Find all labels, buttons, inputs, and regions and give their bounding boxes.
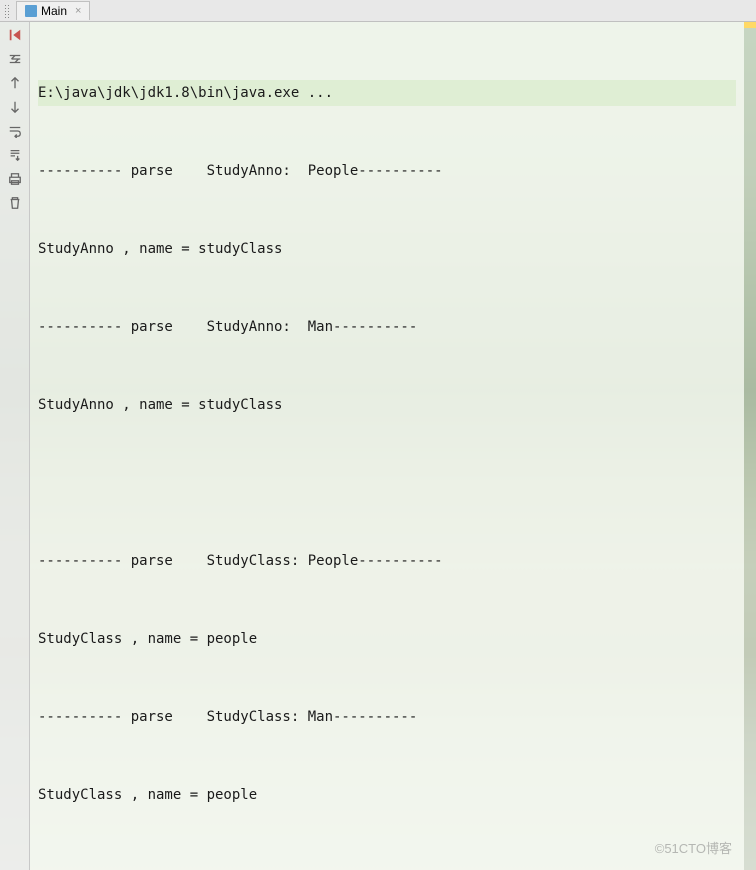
output-line: ---------- parse StudyAnno: Man---------…: [38, 314, 736, 340]
output-line: StudyAnno , name = studyClass: [38, 392, 736, 418]
console-output[interactable]: E:\java\jdk\jdk1.8\bin\java.exe ... ----…: [30, 22, 744, 870]
output-line: ---------- parse StudyAnno: People------…: [38, 158, 736, 184]
output-line: [38, 470, 736, 496]
print-icon[interactable]: [6, 170, 24, 188]
grip-icon[interactable]: [4, 4, 10, 18]
output-line: StudyClass , name = people: [38, 626, 736, 652]
output-line: StudyClass , name = people: [38, 782, 736, 808]
scrollbar[interactable]: [744, 22, 756, 870]
tab-bar: Main ×: [0, 0, 756, 22]
close-icon[interactable]: ×: [75, 5, 81, 17]
scroll-to-end-icon[interactable]: [6, 146, 24, 164]
wrap-icon[interactable]: [6, 122, 24, 140]
restart-icon[interactable]: [6, 26, 24, 44]
output-line: StudyAnno , name = studyClass: [38, 236, 736, 262]
tab-main[interactable]: Main ×: [16, 1, 90, 20]
command-line: E:\java\jdk\jdk1.8\bin\java.exe ...: [38, 80, 736, 106]
output-line: ---------- parse StudyClass: Man--------…: [38, 704, 736, 730]
scroll-marker: [744, 22, 756, 28]
gutter-toolbar: [0, 22, 30, 870]
arrow-up-icon[interactable]: [6, 74, 24, 92]
java-file-icon: [25, 5, 37, 17]
output-line: [38, 860, 736, 870]
tab-label: Main: [41, 4, 67, 18]
step-icon[interactable]: [6, 50, 24, 68]
output-line: ---------- parse StudyClass: People-----…: [38, 548, 736, 574]
arrow-down-icon[interactable]: [6, 98, 24, 116]
main-area: E:\java\jdk\jdk1.8\bin\java.exe ... ----…: [0, 22, 756, 870]
watermark: ©51CTO博客: [655, 836, 732, 862]
trash-icon[interactable]: [6, 194, 24, 212]
